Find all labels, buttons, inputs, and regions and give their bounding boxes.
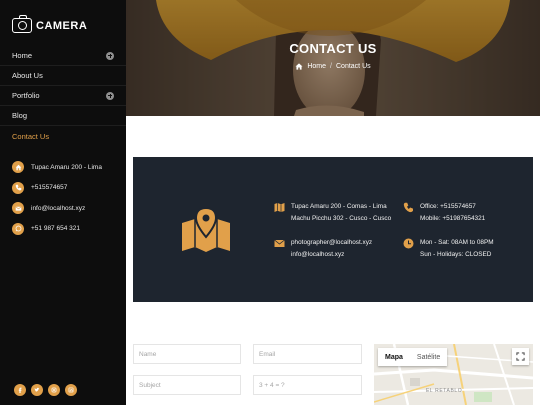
- name-field[interactable]: [139, 350, 235, 358]
- info-phone: Office: +515574657 Mobile: +51987654321: [403, 201, 485, 224]
- menu-item-label: Home: [12, 51, 33, 60]
- facebook-icon[interactable]: [14, 384, 26, 396]
- phone-icon: [403, 202, 413, 213]
- captcha-field-wrapper: [253, 375, 362, 395]
- phone-icon: [12, 181, 24, 194]
- embedded-map[interactable]: Mapa Satélite EL RETABLO: [374, 344, 533, 405]
- phone-mobile: Mobile: +51987654321: [420, 214, 486, 222]
- address-line-1: Tupac Amaru 200 - Comas - Lima: [291, 203, 387, 210]
- hero-banner: CONTACT US Home / Contact Us: [126, 0, 540, 116]
- home-icon: [295, 63, 303, 70]
- phone-office: Office: +515574657: [420, 203, 476, 210]
- menu-item-home[interactable]: Home: [0, 46, 126, 66]
- envelope-icon: [12, 202, 24, 215]
- map-place-label: EL RETABLO: [426, 388, 463, 394]
- sidebar-whatsapp: +51 987 654 321: [12, 219, 122, 240]
- breadcrumb: Home / Contact Us: [126, 63, 540, 70]
- folded-map-pin-icon: [182, 207, 230, 252]
- whatsapp-icon: [12, 222, 24, 235]
- expand-plus-icon[interactable]: [106, 51, 114, 60]
- map-icon: [274, 203, 285, 212]
- tab-satellite[interactable]: Satélite: [410, 348, 447, 366]
- linkedin-icon[interactable]: [65, 384, 77, 396]
- hero-overlay: [126, 0, 540, 116]
- address-line-2: Machu Picchu 302 - Cusco - Cusco: [291, 214, 392, 222]
- hours-weekdays: Mon - Sat: 08AM to 08PM: [420, 239, 494, 246]
- expand-plus-icon[interactable]: [106, 91, 114, 100]
- social-links: [14, 384, 77, 396]
- menu-item-label: Portfolio: [12, 91, 40, 100]
- menu-item-portfolio[interactable]: Portfolio: [0, 86, 126, 106]
- sidebar-address-text: Tupac Amaru 200 - Lima: [31, 163, 102, 171]
- subject-field[interactable]: [139, 381, 235, 389]
- sidebar-email: info@localhost.xyz: [12, 198, 122, 219]
- breadcrumb-home[interactable]: Home: [307, 63, 326, 70]
- email-field-wrapper: [253, 344, 362, 364]
- sidebar: CAMERA Home About Us Portfolio Blog Cont…: [0, 0, 126, 405]
- email-field[interactable]: [259, 350, 356, 358]
- hours-holidays: Sun - Holidays: CLOSED: [420, 250, 492, 258]
- menu-item-label: Blog: [12, 111, 28, 120]
- page-title: CONTACT US: [289, 41, 377, 56]
- tab-map[interactable]: Mapa: [378, 348, 410, 366]
- captcha-field[interactable]: [259, 381, 356, 389]
- envelope-icon: [274, 239, 285, 247]
- breadcrumb-current: Contact Us: [336, 63, 371, 70]
- sidebar-phone-text: +515574657: [31, 184, 68, 192]
- contact-info-band: Tupac Amaru 200 - Comas - Lima Machu Pic…: [133, 157, 533, 302]
- menu-item-blog[interactable]: Blog: [0, 106, 126, 126]
- instagram-icon[interactable]: [48, 384, 60, 396]
- map-type-tabs: Mapa Satélite: [378, 348, 448, 366]
- sidebar-phone: +515574657: [12, 178, 122, 199]
- camera-icon: [12, 15, 32, 33]
- sidebar-email-text[interactable]: info@localhost.xyz: [31, 205, 85, 212]
- twitter-icon[interactable]: [31, 384, 43, 396]
- menu-item-label: About Us: [12, 71, 43, 80]
- subject-field-wrapper: [133, 375, 241, 395]
- main-menu: Home About Us Portfolio Blog Contact Us: [0, 46, 126, 146]
- menu-item-contact[interactable]: Contact Us: [0, 126, 126, 146]
- email-photographer[interactable]: photographer@localhost.xyz: [291, 237, 372, 249]
- breadcrumb-separator: /: [330, 63, 332, 70]
- menu-item-label: Contact Us: [12, 131, 50, 141]
- info-hours: Mon - Sat: 08AM to 08PM Sun - Holidays: …: [403, 237, 494, 260]
- home-icon: [12, 161, 24, 174]
- info-address: Tupac Amaru 200 - Comas - Lima Machu Pic…: [274, 201, 391, 224]
- fullscreen-button[interactable]: [512, 348, 529, 365]
- email-info[interactable]: info@localhost.xyz: [291, 249, 372, 261]
- fullscreen-icon: [516, 352, 525, 361]
- sidebar-contacts: Tupac Amaru 200 - Lima +515574657 info@l…: [12, 157, 122, 239]
- sidebar-address: Tupac Amaru 200 - Lima: [12, 157, 122, 178]
- page: CAMERA Home About Us Portfolio Blog Cont…: [0, 0, 540, 405]
- info-email: photographer@localhost.xyz info@localhos…: [274, 237, 372, 260]
- clock-icon: [403, 238, 414, 249]
- sidebar-whatsapp-text: +51 987 654 321: [31, 225, 80, 233]
- logo[interactable]: CAMERA: [12, 15, 88, 33]
- logo-text: CAMERA: [36, 19, 88, 32]
- menu-item-about[interactable]: About Us: [0, 66, 126, 86]
- name-field-wrapper: [133, 344, 241, 364]
